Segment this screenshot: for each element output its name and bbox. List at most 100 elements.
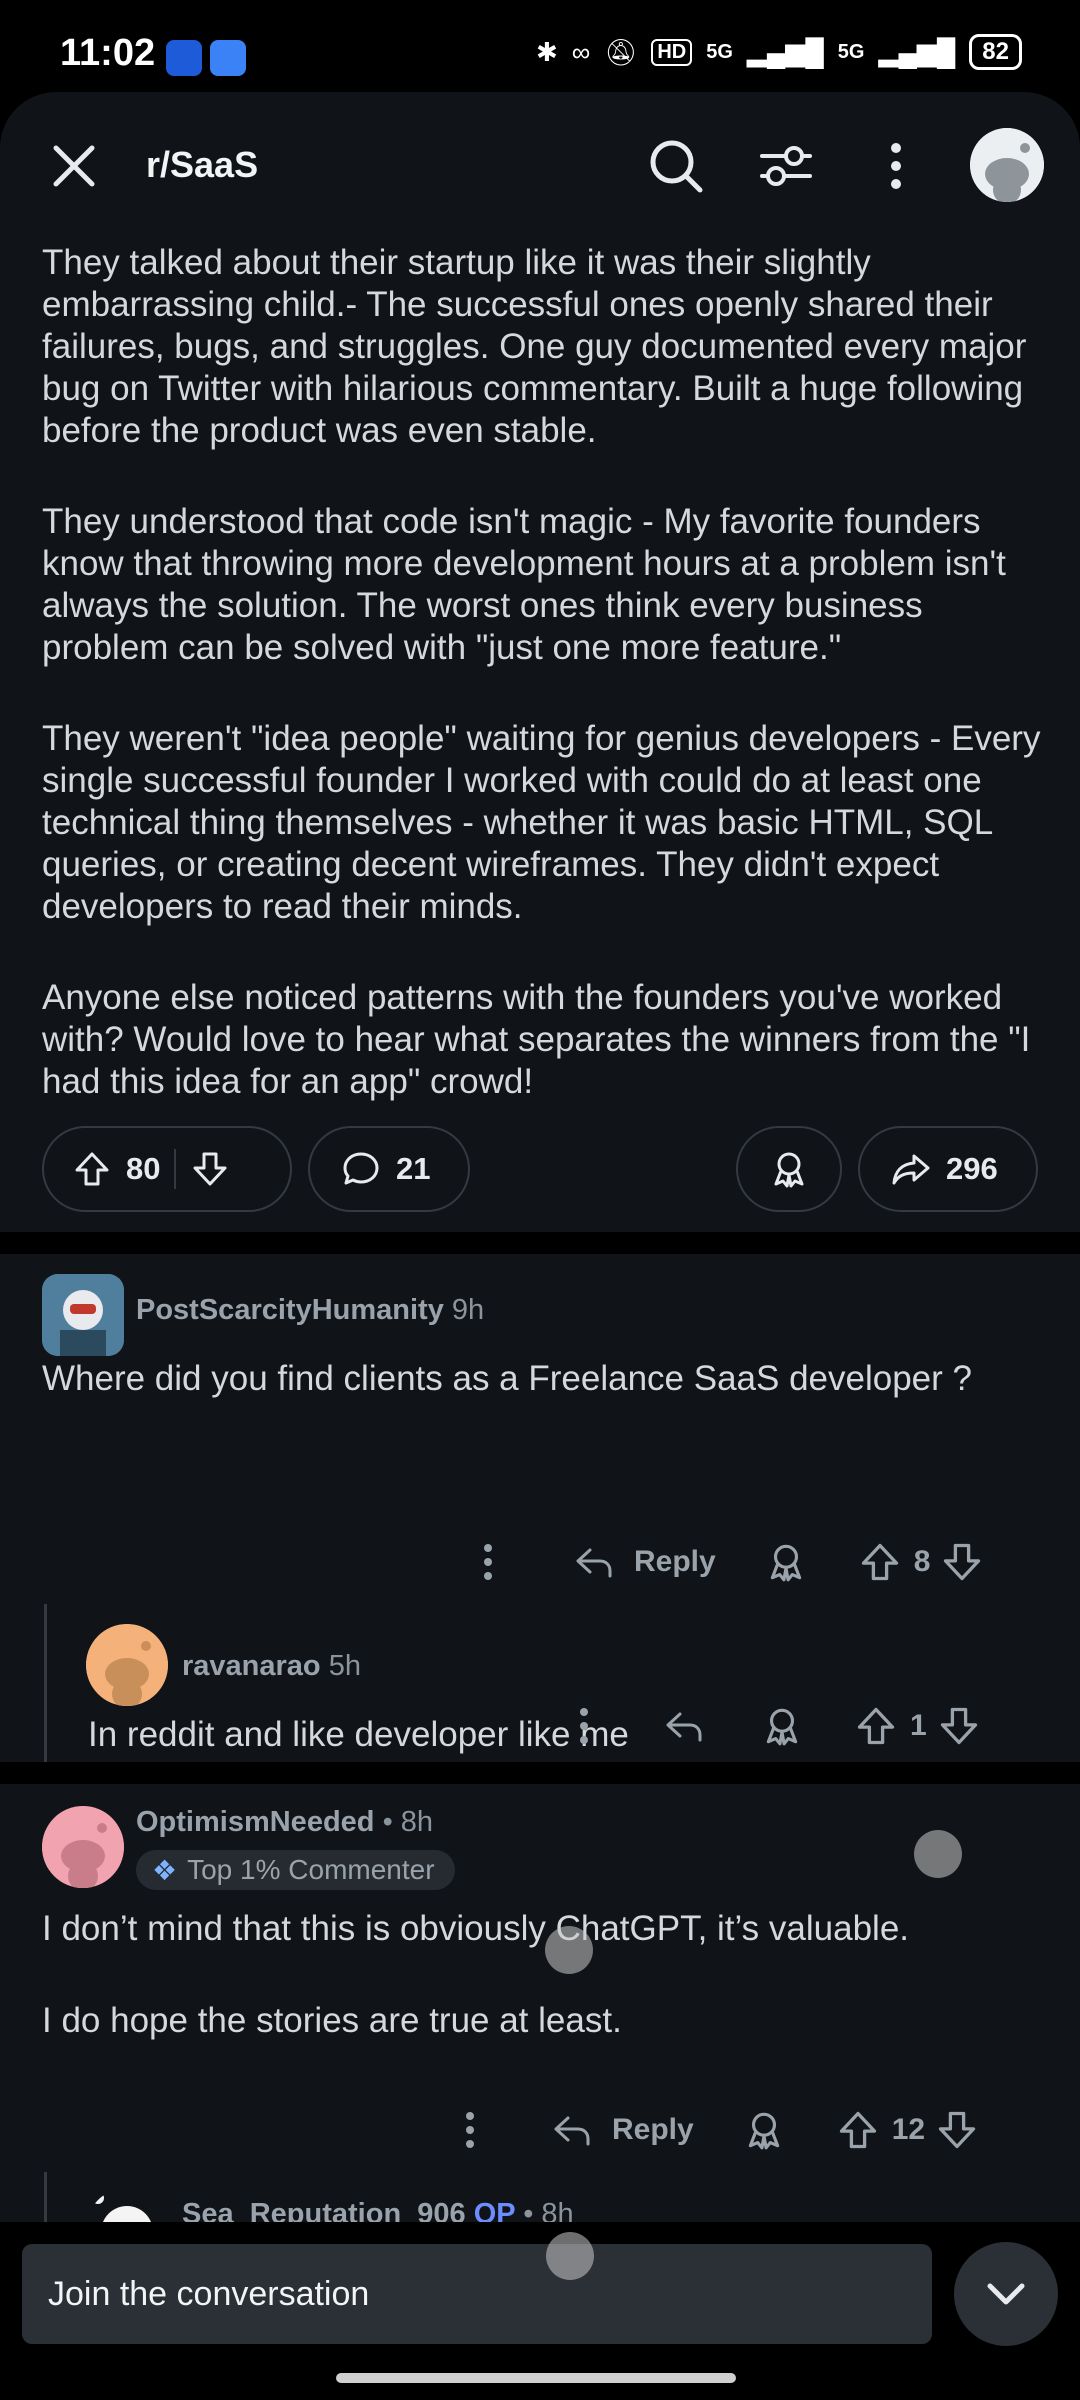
link-icon: ∞ bbox=[571, 36, 591, 67]
section-divider bbox=[0, 1232, 1080, 1254]
sort-filter-button[interactable] bbox=[752, 132, 820, 200]
status-time: 11:02 bbox=[60, 32, 156, 74]
more-vertical-icon bbox=[891, 143, 901, 189]
comment-author[interactable]: OptimismNeeded • 8h bbox=[136, 1806, 433, 1839]
comment-text: Where did you find clients as a Freelanc… bbox=[42, 1359, 972, 1398]
comments-button[interactable]: 21 bbox=[308, 1126, 470, 1212]
award-icon[interactable] bbox=[764, 1540, 808, 1584]
search-icon bbox=[650, 140, 703, 193]
post-paragraph: Anyone else noticed patterns with the fo… bbox=[42, 978, 1031, 1101]
comment-count: 21 bbox=[396, 1151, 431, 1186]
upvote-icon[interactable] bbox=[836, 2108, 880, 2152]
search-button[interactable] bbox=[642, 132, 710, 200]
more-vertical-icon[interactable] bbox=[556, 1698, 612, 1754]
vote-pill: 80 bbox=[42, 1126, 292, 1212]
share-button[interactable]: 296 bbox=[858, 1126, 1038, 1212]
notification-link-icon bbox=[210, 40, 246, 76]
more-options-button[interactable] bbox=[862, 132, 930, 200]
award-button[interactable] bbox=[736, 1126, 842, 1212]
post-action-row: 80 21 296 bbox=[42, 1126, 1042, 1212]
touch-indicator bbox=[546, 2232, 594, 2280]
bluetooth-icon: ✱ bbox=[535, 36, 558, 67]
touch-indicator bbox=[914, 1830, 962, 1878]
more-vertical-icon[interactable] bbox=[460, 1534, 516, 1590]
thread-line bbox=[44, 1604, 47, 1754]
mute-icon: 🔕︎ bbox=[604, 36, 638, 67]
upvote-icon[interactable] bbox=[72, 1149, 112, 1189]
comment-username[interactable]: PostScarcityHumanity bbox=[136, 1294, 444, 1326]
filter-icon bbox=[760, 146, 812, 186]
reply-icon bbox=[554, 2116, 590, 2146]
comment-actions: 1 bbox=[556, 1696, 981, 1756]
reply-label: Reply bbox=[612, 2113, 694, 2146]
share-count: 296 bbox=[946, 1151, 998, 1186]
home-indicator[interactable] bbox=[336, 2373, 736, 2383]
vote-count: 12 bbox=[891, 2113, 926, 2146]
chevron-down-icon bbox=[987, 2283, 1025, 2305]
comment-actions: Reply 12 bbox=[442, 2100, 979, 2160]
commenter-avatar[interactable] bbox=[86, 1624, 168, 1706]
comment-actions: Reply 8 bbox=[460, 1532, 984, 1592]
status-indicators: ✱ ∞ 🔕︎ HD 5G ▂▄▆█ 5G ▂▄▆█ 82 bbox=[536, 34, 1022, 70]
comment-username[interactable]: OptimismNeeded bbox=[136, 1806, 375, 1838]
section-divider bbox=[0, 1762, 1080, 1784]
downvote-icon[interactable] bbox=[935, 2108, 979, 2152]
reply-icon[interactable] bbox=[662, 1704, 706, 1748]
commenter-avatar[interactable] bbox=[42, 1274, 124, 1356]
snoo-avatar-icon bbox=[970, 128, 1044, 202]
comment-time: 9h bbox=[451, 1294, 485, 1326]
downvote-icon[interactable] bbox=[190, 1149, 230, 1189]
snoo-avatar-icon bbox=[42, 1806, 124, 1888]
reply-icon bbox=[576, 1548, 612, 1578]
signal-icon-1: ▂▄▆█ bbox=[746, 36, 824, 67]
signal-icon-2: ▂▄▆█ bbox=[878, 36, 956, 67]
join-conversation-input[interactable]: Join the conversation bbox=[22, 2244, 932, 2344]
upvote-icon[interactable] bbox=[854, 1704, 898, 1748]
downvote-icon[interactable] bbox=[937, 1704, 981, 1748]
post-paragraph: They understood that code isn't magic - … bbox=[42, 502, 1006, 667]
vote-count: 1 bbox=[910, 1709, 927, 1742]
notification-app-icon bbox=[166, 40, 202, 76]
close-icon bbox=[53, 145, 95, 187]
comment-time: • 8h bbox=[382, 1806, 434, 1838]
reply-button[interactable]: Reply bbox=[550, 2108, 694, 2152]
upvote-icon[interactable] bbox=[858, 1540, 902, 1584]
network-label-1: 5G bbox=[706, 40, 733, 63]
reply-button[interactable]: Reply bbox=[572, 1540, 716, 1584]
downvote-icon[interactable] bbox=[940, 1540, 984, 1584]
post-paragraph: They weren't "idea people" waiting for g… bbox=[42, 719, 1041, 926]
flair-icon: ❖ bbox=[152, 1854, 178, 1886]
hd-badge: HD bbox=[651, 38, 693, 66]
comment-username[interactable]: ravanarao bbox=[182, 1650, 321, 1682]
user-flair-badge: ❖ Top 1% Commenter bbox=[136, 1850, 455, 1890]
upvote-count: 80 bbox=[126, 1151, 161, 1186]
comment-author[interactable]: PostScarcityHumanity 9h bbox=[136, 1294, 484, 1327]
award-icon[interactable] bbox=[742, 2108, 786, 2152]
close-button[interactable] bbox=[40, 132, 108, 200]
commenter-avatar[interactable] bbox=[42, 1806, 124, 1888]
flair-label: Top 1% Commenter bbox=[187, 1854, 435, 1885]
touch-indicator bbox=[545, 1926, 593, 1974]
award-icon[interactable] bbox=[760, 1704, 804, 1748]
status-bar: 11:02 ✱ ∞ 🔕︎ HD 5G ▂▄▆█ 5G ▂▄▆█ 82 bbox=[0, 0, 1080, 100]
comment-time: 5h bbox=[328, 1650, 361, 1682]
comment-author[interactable]: ravanarao 5h bbox=[182, 1650, 361, 1683]
snoo-avatar-icon bbox=[86, 1624, 168, 1706]
comment-text: I don’t mind that this is obviously Chat… bbox=[42, 1909, 910, 1948]
scroll-next-button[interactable] bbox=[954, 2242, 1058, 2346]
vote-count: 8 bbox=[913, 1545, 931, 1578]
post-sheet: r/SaaS They talked about their startup l… bbox=[0, 92, 1080, 2400]
comment-item: PostScarcityHumanity 9h Where did you fi… bbox=[0, 1254, 1080, 1754]
comment-text: I do hope the stories are true at least. bbox=[42, 2001, 622, 2040]
robot-avatar-icon bbox=[42, 1274, 124, 1356]
award-icon bbox=[774, 1152, 804, 1188]
user-avatar[interactable] bbox=[970, 128, 1044, 202]
share-icon bbox=[892, 1154, 930, 1185]
post-paragraph: They talked about their startup like it … bbox=[42, 243, 1027, 450]
reply-label: Reply bbox=[634, 1545, 716, 1578]
more-vertical-icon[interactable] bbox=[442, 2102, 498, 2158]
top-bar: r/SaaS bbox=[0, 92, 1080, 242]
post-body: They talked about their startup like it … bbox=[42, 242, 1052, 1152]
subreddit-title[interactable]: r/SaaS bbox=[146, 144, 258, 186]
comment-icon bbox=[343, 1152, 379, 1185]
